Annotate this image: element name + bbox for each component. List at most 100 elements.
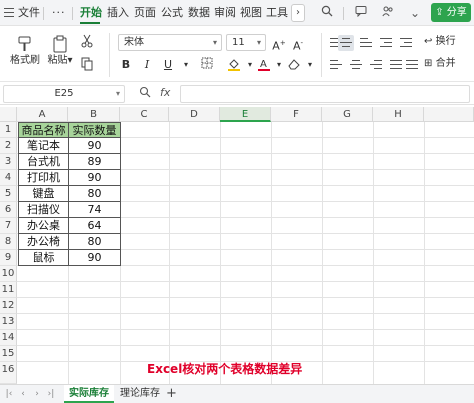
distributed-icon[interactable] — [404, 57, 420, 73]
tab-page[interactable]: 页面 — [134, 5, 156, 21]
add-sheet-button[interactable]: + — [166, 386, 177, 402]
table-cell-name[interactable]: 扫描仪 — [19, 202, 69, 218]
row-header[interactable]: 12 — [0, 298, 17, 314]
table-cell-name[interactable]: 办公椅 — [19, 234, 69, 250]
next-sheet-icon[interactable]: › — [31, 388, 43, 401]
more-tabs-button[interactable]: › — [291, 4, 305, 22]
row-header[interactable]: 6 — [0, 202, 17, 218]
clear-dropdown-icon[interactable]: ▾ — [302, 57, 318, 73]
tab-review[interactable]: 审阅 — [214, 5, 236, 21]
row-header[interactable]: 11 — [0, 282, 17, 298]
table-cell-qty[interactable]: 90 — [69, 250, 121, 266]
align-right-icon[interactable] — [368, 57, 384, 73]
chevron-down-icon[interactable]: ⌄ — [406, 4, 424, 22]
comment-icon[interactable] — [352, 4, 370, 22]
select-all-corner[interactable] — [0, 107, 17, 122]
share-button[interactable]: ⇪ 分享 — [431, 3, 471, 22]
formula-input[interactable] — [180, 85, 470, 103]
column-header-a[interactable]: A — [17, 107, 68, 122]
paste-button[interactable]: 粘贴▾ — [46, 34, 74, 68]
row-header[interactable]: 2 — [0, 138, 17, 154]
cut-icon[interactable] — [78, 34, 96, 52]
font-size-select[interactable]: 11 ▾ — [226, 34, 266, 51]
table-cell-qty[interactable]: 80 — [69, 186, 121, 202]
indent-icon[interactable] — [378, 35, 394, 51]
font-color-icon[interactable]: A — [256, 57, 272, 73]
column-header-overflow[interactable] — [424, 107, 474, 122]
font-color-dropdown-icon[interactable]: ▾ — [271, 57, 287, 73]
align-bottom-icon[interactable] — [358, 35, 374, 51]
clear-format-icon[interactable] — [286, 57, 302, 73]
merge-cells-button[interactable]: ⊞ 合并 — [424, 57, 472, 71]
table-cell-qty[interactable]: 74 — [69, 202, 121, 218]
hamburger-menu-icon[interactable] — [4, 8, 14, 17]
column-header-e[interactable]: E — [220, 107, 271, 122]
table-cell-name[interactable]: 办公桌 — [19, 218, 69, 234]
row-header[interactable]: 9 — [0, 250, 17, 266]
cell-a1[interactable]: 商品名称 — [19, 123, 69, 138]
sheet-tab-theoretical-inventory[interactable]: 理论库存 — [116, 385, 164, 403]
font-name-select[interactable]: 宋体 ▾ — [118, 34, 222, 51]
row-header[interactable]: 1 — [0, 122, 17, 138]
fill-color-icon[interactable] — [226, 57, 242, 73]
decrease-font-icon[interactable]: A- — [290, 35, 306, 53]
first-sheet-icon[interactable]: |‹ — [3, 388, 15, 401]
justify-icon[interactable] — [388, 57, 404, 73]
underline-icon[interactable]: U — [160, 57, 176, 73]
format-painter-button[interactable]: 格式刷 — [8, 34, 42, 68]
table-cell-qty[interactable]: 89 — [69, 154, 121, 170]
align-middle-icon[interactable] — [338, 35, 354, 51]
orientation-icon[interactable] — [398, 35, 414, 51]
row-header[interactable]: 14 — [0, 330, 17, 346]
align-center-icon[interactable] — [348, 57, 364, 73]
row-header[interactable]: 3 — [0, 154, 17, 170]
prev-sheet-icon[interactable]: ‹ — [17, 388, 29, 401]
table-cell-name[interactable]: 键盘 — [19, 186, 69, 202]
name-box[interactable]: E25 ▾ — [3, 85, 125, 103]
tab-formula[interactable]: 公式 — [161, 5, 183, 21]
search-icon[interactable] — [318, 4, 336, 22]
row-header[interactable]: 15 — [0, 346, 17, 362]
tab-home[interactable]: 开始 — [80, 5, 102, 21]
row-header[interactable]: 13 — [0, 314, 17, 330]
increase-font-icon[interactable]: A+ — [271, 35, 287, 53]
row-header[interactable]: 16 — [0, 362, 17, 384]
tab-tools[interactable]: 工具 — [266, 5, 288, 21]
table-cell-name[interactable]: 台式机 — [19, 154, 69, 170]
column-header-h[interactable]: H — [373, 107, 424, 122]
table-cell-name[interactable]: 鼠标 — [19, 250, 69, 266]
border-icon[interactable] — [199, 57, 215, 73]
table-cell-qty[interactable]: 90 — [69, 170, 121, 186]
fx-icon[interactable]: fx — [160, 86, 170, 99]
row-header[interactable]: 8 — [0, 234, 17, 250]
row-header[interactable]: 7 — [0, 218, 17, 234]
row-header[interactable]: 10 — [0, 266, 17, 282]
row-header[interactable]: 5 — [0, 186, 17, 202]
zoom-search-icon[interactable] — [139, 86, 151, 101]
column-header-g[interactable]: G — [322, 107, 373, 122]
table-cell-name[interactable]: 笔记本 — [19, 138, 69, 154]
wrap-text-button[interactable]: ↩ 换行 — [424, 35, 472, 49]
underline-dropdown-icon[interactable]: ▾ — [178, 57, 194, 73]
collaborate-icon[interactable] — [379, 4, 397, 22]
bold-icon[interactable]: B — [118, 57, 134, 73]
column-header-b[interactable]: B — [68, 107, 120, 122]
table-cell-qty[interactable]: 64 — [69, 218, 121, 234]
column-header-f[interactable]: F — [271, 107, 322, 122]
copy-icon[interactable] — [78, 57, 96, 75]
column-header-d[interactable]: D — [169, 107, 220, 122]
more-dots-icon[interactable]: ··· — [52, 5, 66, 21]
tab-insert[interactable]: 插入 — [107, 5, 129, 21]
table-cell-qty[interactable]: 90 — [69, 138, 121, 154]
menu-file[interactable]: 文件 — [18, 5, 40, 21]
sheet-tab-actual-inventory[interactable]: 实际库存 — [64, 385, 114, 403]
table-cell-qty[interactable]: 80 — [69, 234, 121, 250]
align-left-icon[interactable] — [328, 57, 344, 73]
tab-data[interactable]: 数据 — [188, 5, 210, 21]
tab-view[interactable]: 视图 — [240, 5, 262, 21]
cell-b1[interactable]: 实际数量 — [69, 123, 121, 138]
row-header[interactable]: 4 — [0, 170, 17, 186]
last-sheet-icon[interactable]: ›| — [45, 388, 57, 401]
italic-icon[interactable]: I — [139, 57, 155, 73]
table-cell-name[interactable]: 打印机 — [19, 170, 69, 186]
